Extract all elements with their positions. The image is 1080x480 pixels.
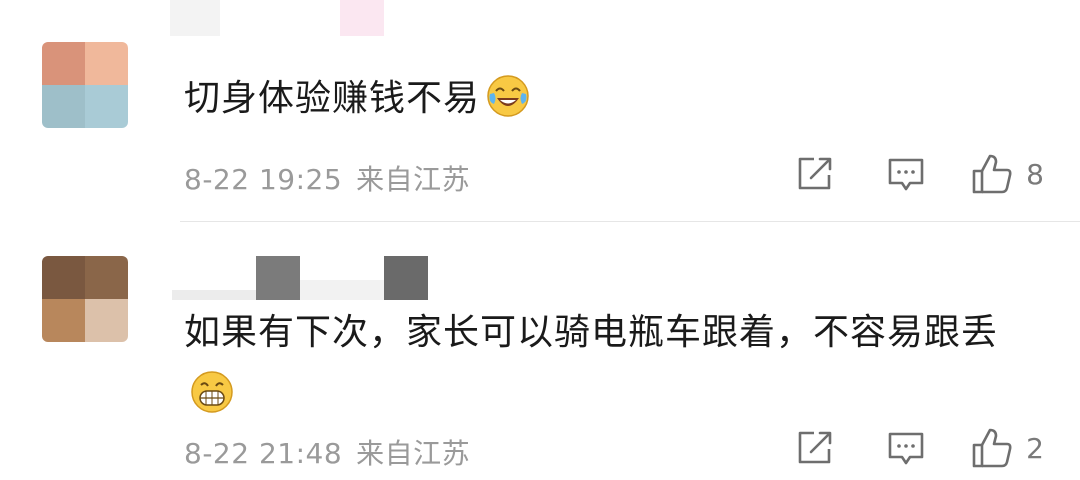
comment-date: 8-22 21:48 bbox=[184, 437, 343, 470]
blurred-block bbox=[256, 256, 300, 300]
comment-text-content: 如果有下次，家长可以骑电瓶车跟着，不容易跟丢 bbox=[184, 312, 999, 353]
laughing-crying-emoji-icon bbox=[487, 75, 529, 117]
blurred-block bbox=[384, 256, 428, 300]
avatar-mosaic-cell bbox=[85, 256, 128, 299]
blurred-block bbox=[172, 290, 262, 300]
like-button[interactable]: 8 bbox=[970, 152, 1044, 196]
thumbs-up-icon bbox=[972, 428, 1012, 468]
avatar-mosaic-cell bbox=[42, 299, 85, 342]
comment-date: 8-22 19:25 bbox=[184, 163, 343, 196]
comment-meta: 8-22 21:48 来自江苏 bbox=[184, 432, 470, 472]
comment-text: 如果有下次，家长可以骑电瓶车跟着，不容易跟丢 bbox=[184, 302, 1044, 426]
share-button[interactable] bbox=[794, 428, 834, 468]
comment-text: 切身体验赚钱不易 bbox=[184, 68, 1044, 130]
like-count: 2 bbox=[1026, 431, 1044, 465]
share-icon bbox=[798, 431, 832, 464]
username-redacted bbox=[172, 256, 432, 304]
comment-location: 来自江苏 bbox=[356, 437, 471, 470]
avatar-mosaic-cell bbox=[85, 42, 128, 85]
grinning-emoji-icon bbox=[191, 371, 233, 413]
blurred-block bbox=[300, 280, 384, 300]
share-button[interactable] bbox=[794, 154, 834, 194]
comment-icon bbox=[888, 432, 924, 465]
like-count: 8 bbox=[1026, 157, 1044, 191]
avatar[interactable] bbox=[42, 42, 128, 128]
comment-meta: 8-22 19:25 来自江苏 bbox=[184, 158, 470, 198]
avatar-mosaic-cell bbox=[42, 42, 85, 85]
comment-item: 如果有下次，家长可以骑电瓶车跟着，不容易跟丢 8-22 21:48 来自江苏 2 bbox=[0, 222, 1080, 480]
comment-actions: 2 bbox=[794, 426, 1044, 470]
avatar-mosaic-cell bbox=[85, 299, 128, 342]
thumbs-up-icon bbox=[972, 154, 1012, 194]
comment-item: 切身体验赚钱不易 8-22 19:25 来自江苏 8 bbox=[0, 0, 1080, 222]
reply-button[interactable] bbox=[886, 154, 926, 194]
comment-location: 来自江苏 bbox=[356, 163, 471, 196]
comment-icon bbox=[888, 158, 924, 191]
avatar-mosaic-cell bbox=[42, 85, 85, 128]
share-icon bbox=[798, 157, 832, 190]
comment-actions: 8 bbox=[794, 152, 1044, 196]
like-button[interactable]: 2 bbox=[970, 426, 1044, 470]
reply-button[interactable] bbox=[886, 428, 926, 468]
avatar-mosaic-cell bbox=[42, 256, 85, 299]
avatar[interactable] bbox=[42, 256, 128, 342]
comment-text-content: 切身体验赚钱不易 bbox=[184, 78, 481, 119]
avatar-mosaic-cell bbox=[85, 85, 128, 128]
